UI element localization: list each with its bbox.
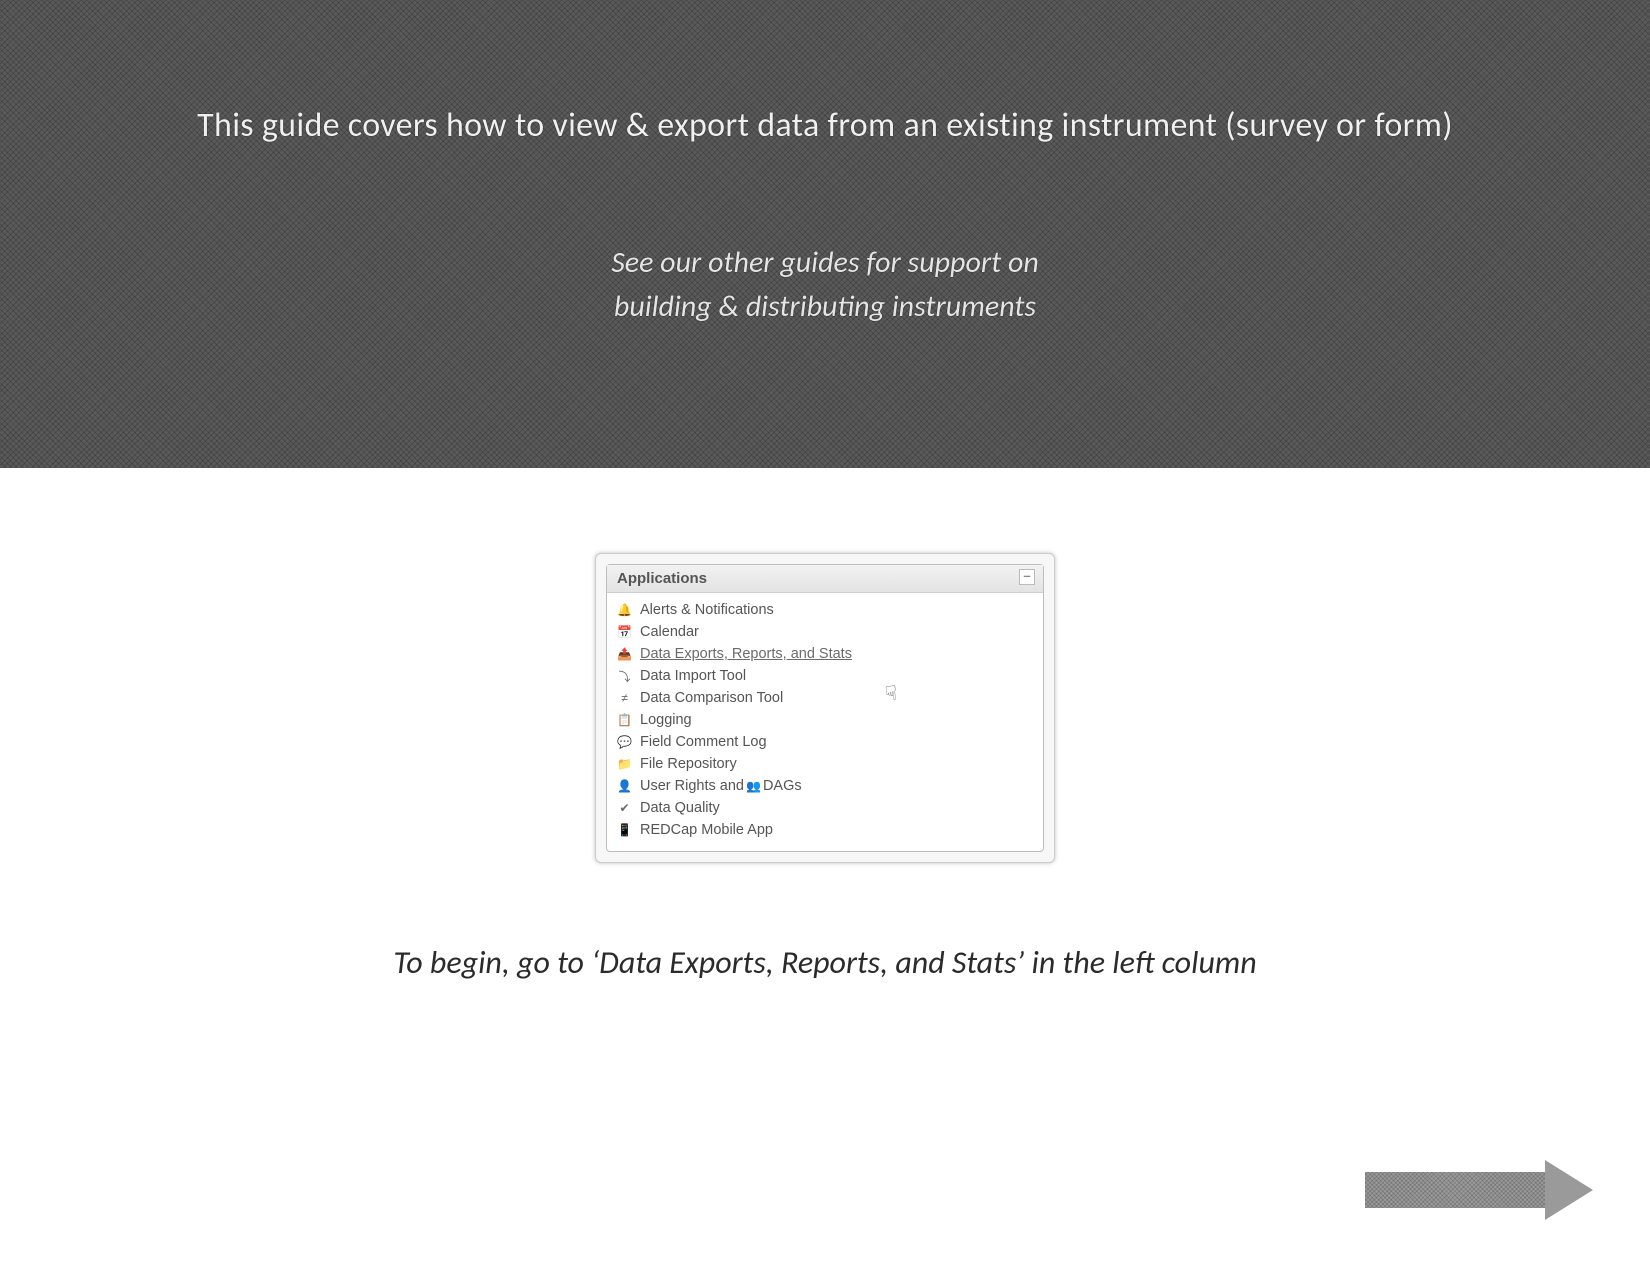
app-item-label: User Rights and 👥DAGs <box>640 778 802 794</box>
app-item-field-comment-log[interactable]: 💬 Field Comment Log <box>617 731 1033 753</box>
arrow-head-icon <box>1545 1160 1593 1220</box>
app-item-label: Calendar <box>640 624 699 640</box>
banner: This guide covers how to view & export d… <box>0 0 1650 468</box>
banner-title: This guide covers how to view & export d… <box>75 105 1575 146</box>
app-item-label: REDCap Mobile App <box>640 822 773 838</box>
app-item-label: File Repository <box>640 756 737 772</box>
app-item-label: Data Quality <box>640 800 720 816</box>
app-item-file-repository[interactable]: 📁 File Repository <box>617 753 1033 775</box>
app-item-calendar[interactable]: 📅 Calendar <box>617 621 1033 643</box>
slide: This guide covers how to view & export d… <box>0 0 1650 1275</box>
arrow-shaft <box>1365 1172 1545 1208</box>
banner-subtitle-line2: building & distributing instruments <box>614 288 1036 325</box>
app-item-label: Alerts & Notifications <box>640 602 774 618</box>
calendar-icon: 📅 <box>617 625 632 640</box>
app-item-logging[interactable]: 📋 Logging <box>617 709 1033 731</box>
app-item-data-exports[interactable]: 📤 Data Exports, Reports, and Stats <box>617 643 1033 665</box>
group-icon: 👥 <box>746 779 761 793</box>
applications-screenshot: Applications – 🔔 Alerts & Notifications … <box>595 553 1055 863</box>
app-item-redcap-mobile[interactable]: 📱 REDCap Mobile App <box>617 819 1033 841</box>
quality-icon: ✔ <box>617 801 632 816</box>
bell-icon: 🔔 <box>617 603 632 618</box>
app-item-label: Data Comparison Tool <box>640 690 783 706</box>
export-icon: 📤 <box>617 647 632 662</box>
app-item-label-suffix: DAGs <box>763 778 802 794</box>
app-item-alerts[interactable]: 🔔 Alerts & Notifications <box>617 599 1033 621</box>
app-item-data-quality[interactable]: ✔ Data Quality <box>617 797 1033 819</box>
user-icon: 👤 <box>617 779 632 794</box>
app-item-label: Data Import Tool <box>640 668 746 684</box>
banner-subtitle: See our other guides for support on buil… <box>0 241 1650 328</box>
applications-list: 🔔 Alerts & Notifications 📅 Calendar 📤 Da… <box>607 593 1043 851</box>
app-item-label: Data Exports, Reports, and Stats <box>640 646 852 662</box>
folder-icon: 📁 <box>617 757 632 772</box>
comment-icon: 💬 <box>617 735 632 750</box>
app-item-user-rights-dags[interactable]: 👤 User Rights and 👥DAGs <box>617 775 1033 797</box>
applications-header-label: Applications <box>617 570 707 587</box>
mobile-icon: 📱 <box>617 823 632 838</box>
app-item-data-import[interactable]: ⤵ Data Import Tool <box>617 665 1033 687</box>
instruction-caption: To begin, go to ‘Data Exports, Reports, … <box>0 943 1650 982</box>
applications-header: Applications – <box>607 565 1043 593</box>
log-icon: 📋 <box>617 713 632 728</box>
import-icon: ⤵ <box>617 669 632 684</box>
compare-icon: ≠ <box>617 691 632 706</box>
minimize-icon[interactable]: – <box>1019 569 1035 585</box>
applications-panel-outer: Applications – 🔔 Alerts & Notifications … <box>595 553 1055 863</box>
app-item-label: Field Comment Log <box>640 734 767 750</box>
app-item-label: Logging <box>640 712 692 728</box>
app-item-label-prefix: User Rights and <box>640 778 748 794</box>
app-item-data-comparison[interactable]: ≠ Data Comparison Tool <box>617 687 1033 709</box>
next-arrow[interactable] <box>1365 1160 1595 1220</box>
banner-subtitle-line1: See our other guides for support on <box>611 244 1039 281</box>
applications-panel: Applications – 🔔 Alerts & Notifications … <box>606 564 1044 852</box>
